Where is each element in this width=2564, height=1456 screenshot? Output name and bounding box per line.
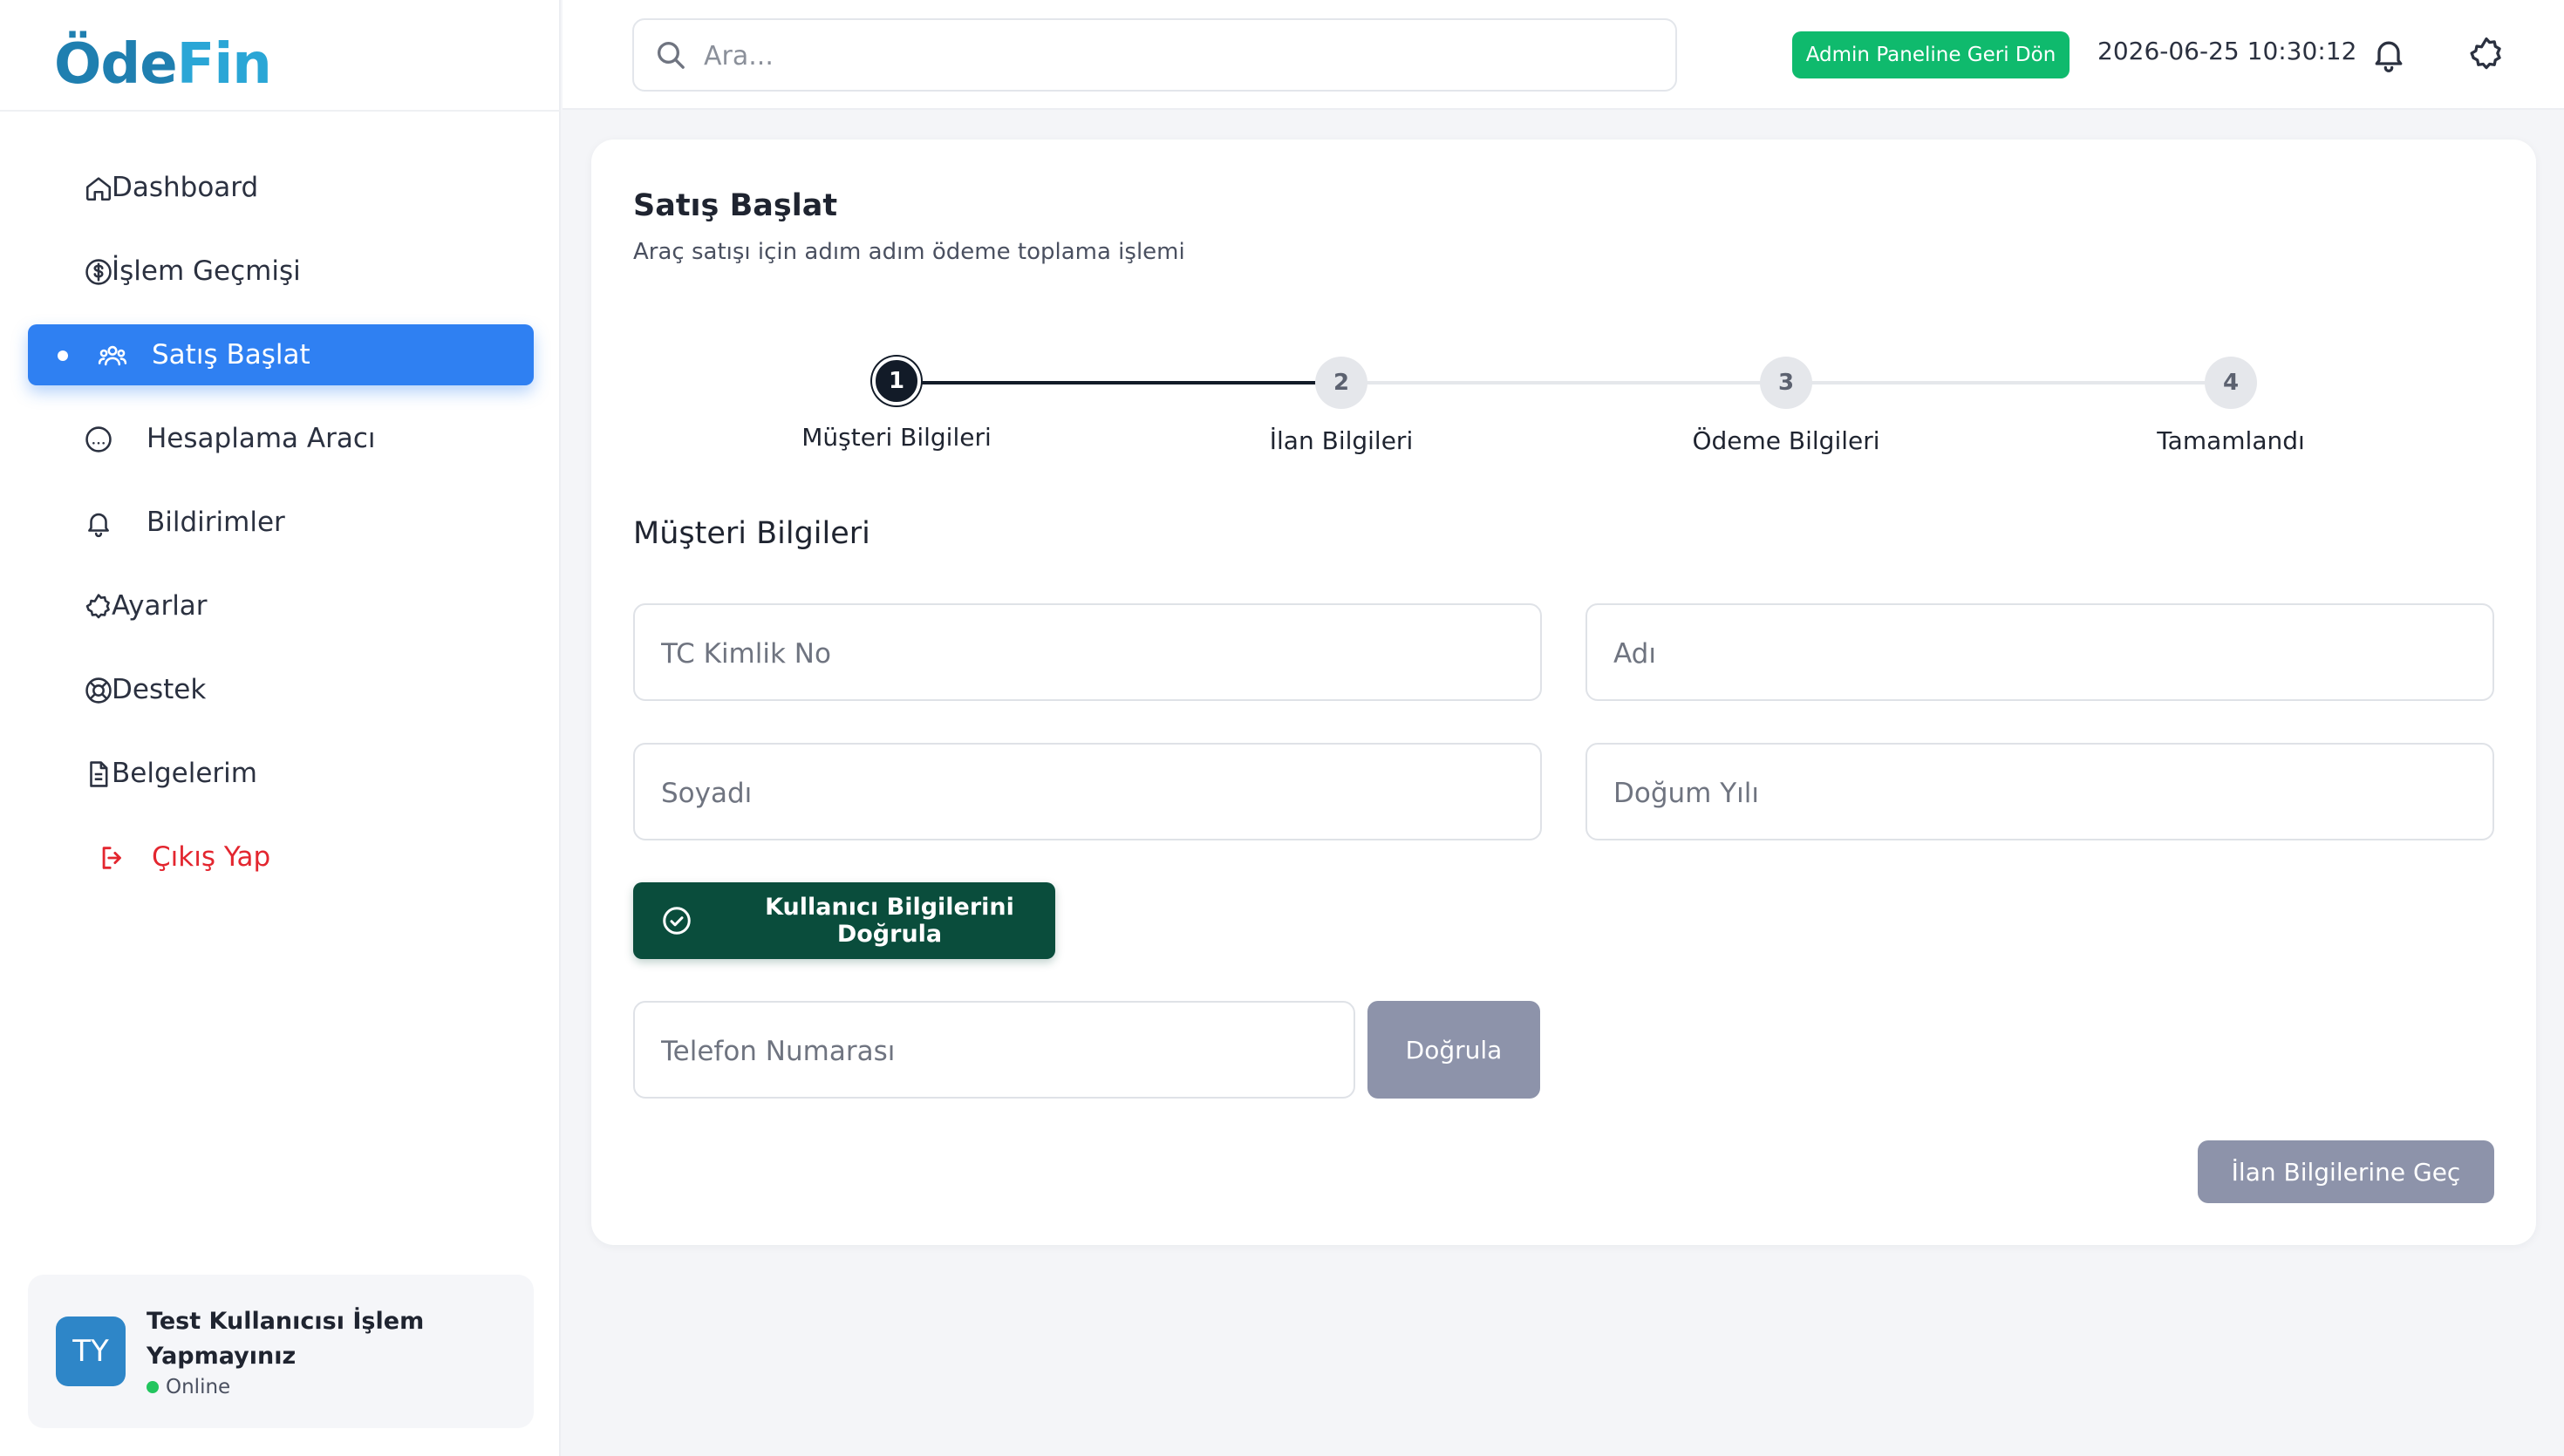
page-subtitle: Araç satışı için adım adım ödeme toplama… xyxy=(633,239,1185,265)
user-status: Online xyxy=(147,1376,230,1398)
document-icon xyxy=(90,761,108,787)
logout-icon xyxy=(102,847,121,869)
sidebar-item-label: Destek xyxy=(112,674,207,705)
step-1[interactable]: 1 Müşteri Bilgileri xyxy=(722,357,1071,452)
sidebar-item-documents[interactable]: Belgelerim xyxy=(28,743,534,804)
sidebar-item-notifications[interactable]: Bildirimler xyxy=(28,492,534,553)
sidebar-item-label: Ayarlar xyxy=(112,590,208,622)
step-number: 4 xyxy=(2205,357,2257,409)
section-title: Müşteri Bilgileri xyxy=(633,516,870,551)
sidebar-item-transaction-history[interactable]: İşlem Geçmişi xyxy=(28,241,534,302)
dollar-circle-icon xyxy=(85,259,112,285)
user-profile-card[interactable]: TY Test Kullanıcısı İşlem Yapmayınız Onl… xyxy=(28,1275,534,1428)
online-status-dot xyxy=(147,1381,159,1393)
search-box[interactable] xyxy=(632,18,1677,92)
search-input[interactable] xyxy=(704,34,1646,78)
sidebar-nav: Dashboard İşlem Geçmişi Satış Başlat Hes… xyxy=(28,157,534,910)
sidebar-item-label: Satış Başlat xyxy=(152,339,310,371)
step-label: Tamamlandı xyxy=(2157,426,2305,455)
phone-input[interactable] xyxy=(661,1027,1327,1076)
sidebar-item-label: İşlem Geçmişi xyxy=(112,255,301,287)
check-circle-icon xyxy=(663,907,691,935)
step-number: 3 xyxy=(1760,357,1812,409)
birth-year-input[interactable] xyxy=(1613,769,2466,818)
sidebar-item-label: Belgelerim xyxy=(112,758,257,789)
step-4[interactable]: 4 Tamamlandı xyxy=(2056,357,2405,455)
sidebar-item-settings[interactable]: Ayarlar xyxy=(28,575,534,636)
sidebar-item-calculator[interactable]: Hesaplama Aracı xyxy=(28,408,534,469)
sidebar-item-label: Hesaplama Aracı xyxy=(147,423,376,454)
avatar: TY xyxy=(56,1317,126,1386)
surname-field[interactable] xyxy=(633,743,1542,840)
tc-field[interactable] xyxy=(633,603,1542,701)
name-field[interactable] xyxy=(1585,603,2494,701)
sidebar-item-support[interactable]: Destek xyxy=(28,659,534,720)
lifebuoy-icon xyxy=(85,677,112,704)
gear-icon xyxy=(85,594,110,619)
admin-panel-button[interactable]: Admin Paneline Geri Dön xyxy=(1792,31,2070,78)
sidebar-item-logout[interactable]: Çıkış Yap xyxy=(28,827,534,888)
sidebar-item-label: Dashboard xyxy=(112,172,259,203)
step-label: Müşteri Bilgileri xyxy=(801,423,992,452)
sidebar-item-label: Çıkış Yap xyxy=(152,841,271,873)
brand-name-accent: Fin xyxy=(176,32,272,97)
page-title: Satış Başlat xyxy=(633,188,838,223)
next-step-button[interactable]: İlan Bilgilerine Geç xyxy=(2198,1140,2494,1203)
phone-field[interactable] xyxy=(633,1001,1355,1099)
surname-input[interactable] xyxy=(661,769,1514,818)
step-label: Ödeme Bilgileri xyxy=(1692,426,1880,455)
step-number: 2 xyxy=(1315,357,1367,409)
birth-year-field[interactable] xyxy=(1585,743,2494,840)
name-input[interactable] xyxy=(1613,629,2466,678)
sidebar-item-label: Bildirimler xyxy=(147,507,285,538)
verify-user-button[interactable]: Kullanıcı Bilgilerini Doğrula xyxy=(633,882,1055,959)
sidebar: Öde Fin Dashboard İşlem Geçmişi Satış Baş… xyxy=(0,0,561,1456)
verify-user-label: Kullanıcı Bilgilerini Doğrula xyxy=(765,894,1014,948)
step-2[interactable]: 2 İlan Bilgileri xyxy=(1167,357,1516,455)
settings-gear-icon[interactable] xyxy=(2467,35,2506,73)
notification-bell-icon[interactable] xyxy=(2370,35,2408,73)
user-status-label: Online xyxy=(166,1376,231,1398)
step-3[interactable]: 3 Ödeme Bilgileri xyxy=(1612,357,1961,455)
topbar: Admin Paneline Geri Dön 2026-06-25 10:30… xyxy=(563,0,2564,110)
sidebar-item-start-sale[interactable]: Satış Başlat xyxy=(28,324,534,385)
bell-icon xyxy=(88,513,109,538)
tc-input[interactable] xyxy=(661,629,1514,678)
current-datetime: 2026-06-25 10:30:12 xyxy=(2097,37,2357,65)
home-icon xyxy=(85,177,112,201)
brand-logo[interactable]: Öde Fin xyxy=(54,30,272,99)
brand-name-main: Öde xyxy=(54,32,178,97)
sidebar-divider xyxy=(0,110,561,112)
users-icon xyxy=(98,345,127,366)
step-label: İlan Bilgileri xyxy=(1269,426,1414,455)
gauge-icon xyxy=(85,426,112,452)
verify-phone-button[interactable]: Doğrula xyxy=(1367,1001,1540,1099)
user-name: Test Kullanıcısı İşlem Yapmayınız xyxy=(147,1308,425,1370)
search-icon xyxy=(658,42,685,69)
sidebar-item-dashboard[interactable]: Dashboard xyxy=(28,157,534,218)
sale-form-card: Satış Başlat Araç satışı için adım adım … xyxy=(591,139,2536,1245)
step-number: 1 xyxy=(872,357,921,405)
active-indicator-dot xyxy=(58,350,68,361)
